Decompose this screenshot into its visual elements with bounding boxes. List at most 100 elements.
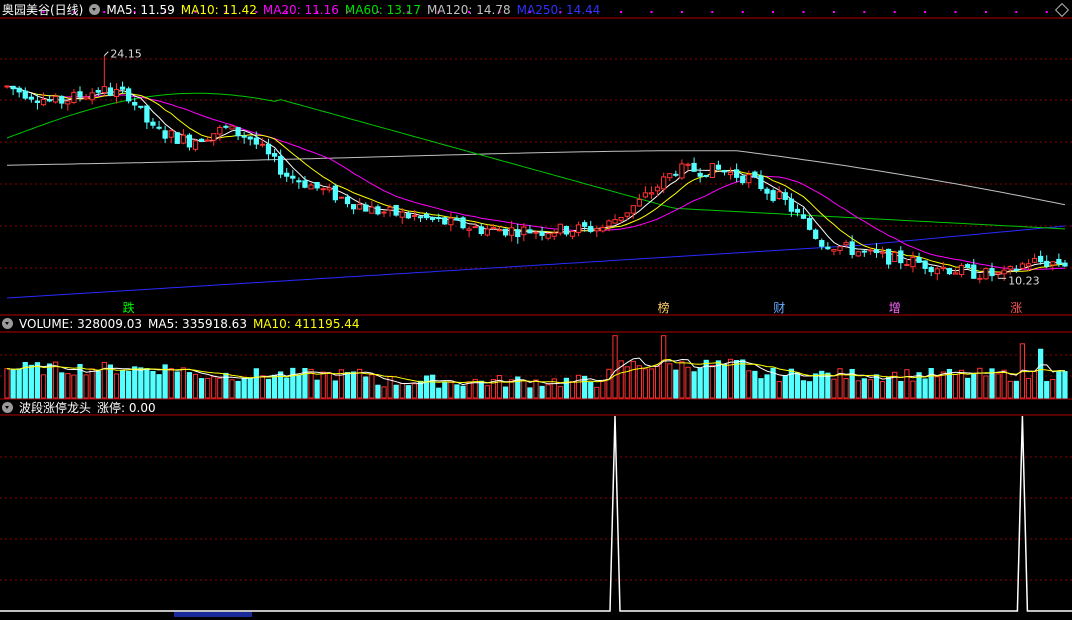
candle-body — [612, 219, 618, 224]
volume-bar — [685, 366, 691, 399]
volume-bar — [28, 364, 34, 399]
volume-bar — [113, 373, 120, 399]
candle-body — [1062, 262, 1068, 267]
volume-bar — [709, 365, 715, 399]
indicator-panel-toggle-icon[interactable] — [2, 402, 13, 413]
candle-body — [253, 137, 259, 145]
volume-bar — [101, 361, 107, 399]
candle-body — [484, 228, 490, 236]
candle-body — [697, 172, 703, 177]
volume-toggle-icon[interactable] — [2, 318, 13, 329]
signal-dot — [1045, 11, 1048, 13]
volume-bar — [502, 386, 509, 399]
candle-body — [800, 214, 807, 219]
ma5-line — [6, 85, 1066, 276]
volume-bar — [314, 379, 320, 399]
volume-bar — [1050, 378, 1056, 399]
candle-body — [825, 246, 831, 250]
candle-body — [357, 204, 363, 210]
candle-body — [113, 89, 120, 98]
candle-body — [575, 224, 582, 233]
volume-bar — [10, 369, 16, 399]
volume-bar — [192, 373, 199, 399]
candle-body — [588, 225, 594, 232]
candle-body — [211, 133, 217, 141]
signal-dot — [802, 11, 805, 13]
candle-body — [16, 87, 22, 93]
volume-bar — [350, 371, 357, 399]
volume-bar — [594, 386, 600, 399]
candle-body — [4, 85, 10, 88]
volume-bar — [95, 370, 101, 399]
volume-bar — [296, 374, 302, 399]
volume-bar — [217, 377, 223, 399]
candle-body — [156, 126, 162, 129]
candle-body — [405, 212, 411, 219]
candle-body — [922, 260, 928, 269]
volume-bar — [831, 378, 837, 399]
volume-bar — [1056, 370, 1062, 399]
candle-body — [217, 126, 223, 135]
candle-body — [247, 136, 253, 140]
volume-bar — [740, 359, 746, 399]
event-marker: 跌 — [123, 300, 135, 315]
volume-bar — [496, 375, 503, 399]
candle-body — [861, 250, 867, 253]
volume-bar — [928, 367, 934, 399]
volume-bar — [825, 372, 831, 399]
volume-bar — [132, 366, 138, 399]
volume-bar — [454, 384, 460, 399]
volume-bar — [89, 368, 95, 399]
volume-bar — [758, 378, 764, 399]
candle-body — [654, 186, 661, 192]
candle-body — [727, 171, 734, 176]
candle-body — [350, 204, 357, 210]
candle-body — [460, 217, 466, 229]
ma120-label: MA120: 14.78 — [426, 3, 511, 17]
event-marker: 涨 — [1010, 300, 1022, 315]
candle-body — [40, 98, 47, 106]
volume-bar — [259, 375, 266, 399]
volume-bar — [1038, 348, 1044, 399]
candle-body — [235, 127, 241, 137]
volume-bar — [460, 385, 466, 399]
signal-dot — [924, 11, 927, 13]
candle-body — [563, 225, 570, 235]
volume-bar — [667, 363, 673, 399]
candle-body — [296, 180, 302, 183]
candle-body — [344, 196, 351, 205]
volume-bar — [1007, 380, 1013, 399]
candle-body — [661, 176, 667, 190]
volume-bar — [794, 372, 801, 399]
candle-body — [101, 86, 107, 94]
volume-bar — [241, 378, 247, 399]
volume-bar — [363, 376, 369, 399]
volume-bar — [448, 380, 454, 399]
indicator-toggle-icon[interactable] — [89, 4, 101, 15]
candle-body — [1050, 261, 1056, 266]
candle-body — [448, 217, 454, 226]
candle-body — [703, 174, 709, 177]
volume-bar — [150, 370, 156, 399]
candle-body — [636, 198, 642, 207]
volume-bar — [813, 373, 819, 399]
candle-body — [423, 213, 430, 219]
kline-chart[interactable]: 24.15 10.23 跌 榜 财 增 涨 — [0, 0, 1072, 617]
volume-bar — [721, 363, 728, 399]
candle-body — [1001, 269, 1007, 275]
volume-bar — [205, 377, 211, 399]
candle-body — [849, 241, 855, 255]
candle-body — [436, 217, 442, 220]
volume-bar — [126, 370, 132, 399]
volume-bar — [436, 387, 442, 399]
stock-name: 奥园美谷(日线) — [2, 3, 84, 17]
price-panel-header: 奥园美谷(日线) MA5: 11.59 MA10: 11.42 MA20: 11.16… — [2, 2, 606, 18]
candle-body — [22, 90, 28, 99]
volume-bar — [405, 385, 411, 399]
volume-bar — [381, 386, 387, 399]
candle-body — [831, 249, 837, 252]
volume-label: VOLUME: 328009.03 — [19, 317, 142, 331]
candle-body — [1013, 268, 1019, 271]
candle-body — [904, 264, 910, 267]
candle-body — [126, 88, 132, 102]
